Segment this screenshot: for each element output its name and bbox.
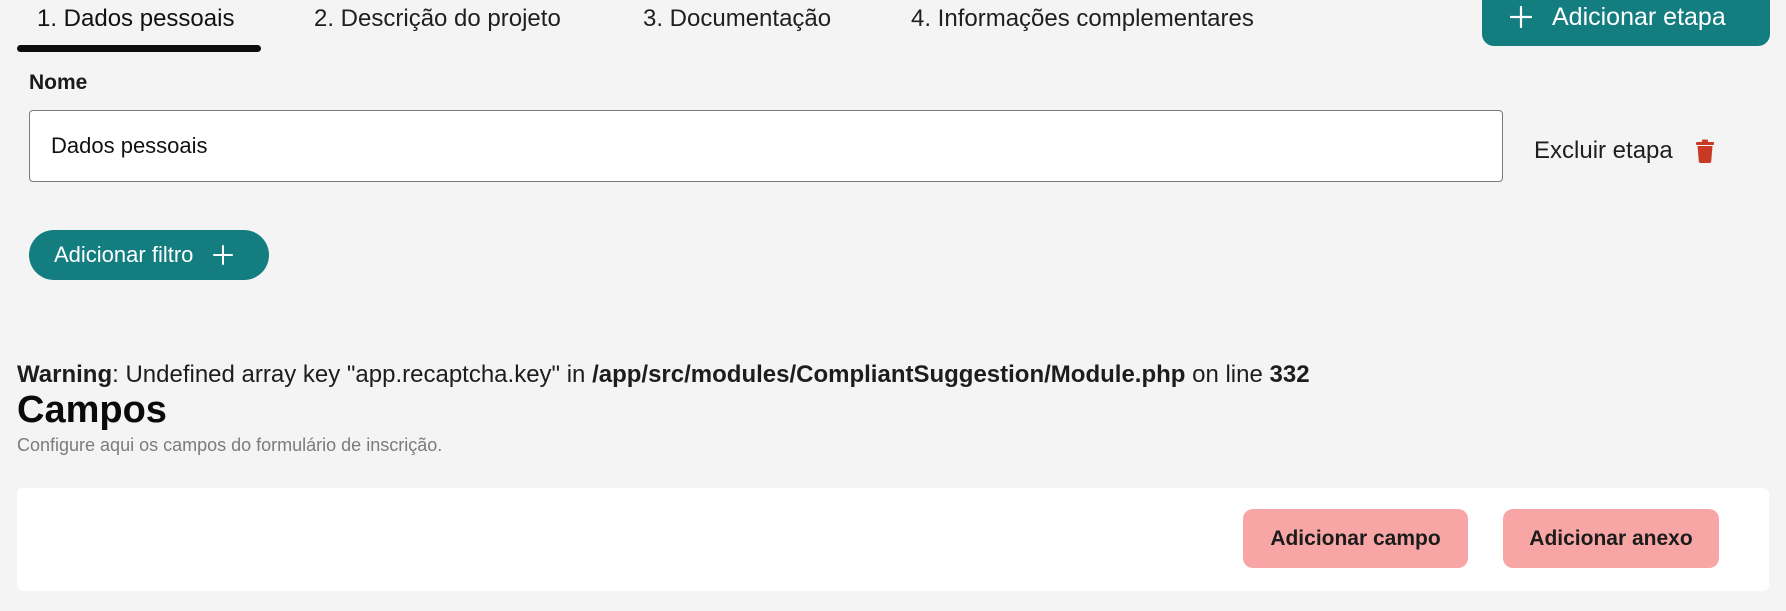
plus-icon [1510,6,1532,28]
warning-message: : Undefined array key "app.recaptcha.key… [112,361,593,388]
fields-section-subtitle: Configure aqui os campos do formulário d… [17,435,443,455]
tab-documentacao[interactable]: 3. Documentação [643,4,831,34]
add-field-button[interactable]: Adicionar campo [1243,509,1468,568]
fields-section-title: Campos [17,389,167,431]
tab-dados-pessoais[interactable]: 1. Dados pessoais [37,4,234,34]
plus-icon [213,245,234,265]
trash-icon [1695,139,1715,163]
active-tab-indicator [17,45,261,52]
tab-descricao-do-projeto[interactable]: 2. Descrição do projeto [314,4,561,34]
add-filter-button[interactable]: Adicionar filtro [29,230,269,280]
warning-prefix: Warning [17,361,113,388]
delete-step-button[interactable]: Excluir etapa [1534,134,1715,168]
fields-panel: Adicionar campo Adicionar anexo [17,488,1769,591]
delete-step-label: Excluir etapa [1534,137,1673,164]
add-attachment-button[interactable]: Adicionar anexo [1503,509,1719,568]
name-field-label: Nome [29,71,88,94]
add-step-button[interactable]: Adicionar etapa [1482,0,1770,46]
php-warning: Warning: Undefined array key "app.recapt… [17,360,1310,390]
add-step-label: Adicionar etapa [1552,2,1726,31]
warning-file: /app/src/modules/CompliantSuggestion/Mod… [592,361,1186,388]
step-tabs: 1. Dados pessoais 2. Descrição do projet… [17,0,1477,54]
add-filter-label: Adicionar filtro [54,242,194,267]
tab-informacoes-complementares[interactable]: 4. Informações complementares [911,4,1254,34]
name-input[interactable] [29,110,1503,182]
warning-line-text: on line [1185,361,1270,388]
warning-line-number: 332 [1269,361,1310,388]
